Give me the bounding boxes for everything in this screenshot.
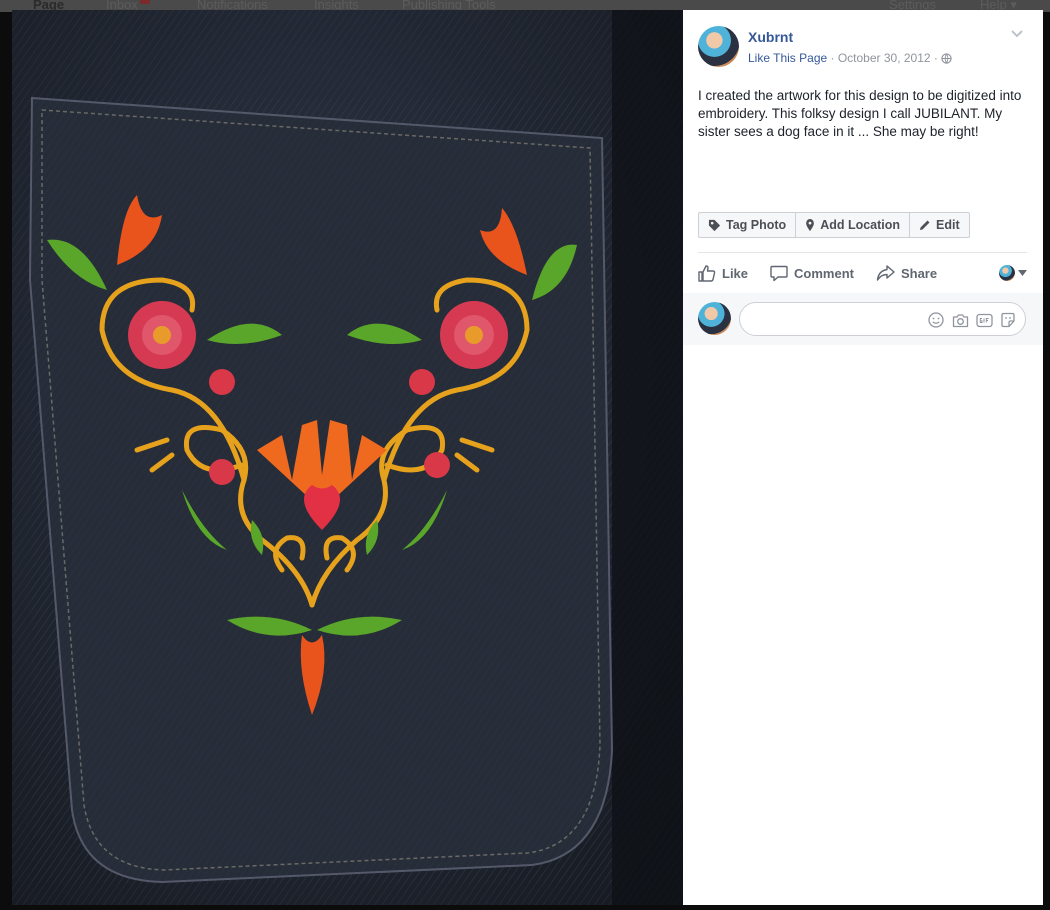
photo-actions: Tag Photo Add Location Edit bbox=[698, 212, 970, 238]
globe-icon bbox=[941, 53, 952, 65]
author-name[interactable]: Xubrnt bbox=[748, 29, 793, 45]
selector-avatar bbox=[999, 265, 1015, 281]
like-this-page-link[interactable]: Like This Page bbox=[748, 51, 827, 65]
tag-photo-button[interactable]: Tag Photo bbox=[699, 213, 797, 237]
embroidery-image bbox=[12, 10, 683, 905]
emoji-button[interactable] bbox=[927, 311, 945, 329]
share-arrow-icon bbox=[876, 265, 895, 281]
smiley-icon bbox=[928, 312, 944, 328]
location-pin-icon bbox=[806, 218, 815, 231]
comment-bubble-icon bbox=[770, 265, 788, 281]
thumbs-up-icon bbox=[698, 264, 716, 282]
like-button[interactable]: Like bbox=[698, 264, 749, 282]
share-button[interactable]: Share bbox=[876, 265, 937, 281]
edit-button[interactable]: Edit bbox=[910, 213, 969, 237]
add-location-button[interactable]: Add Location bbox=[796, 213, 911, 237]
comment-tools bbox=[927, 311, 1017, 329]
author-avatar[interactable] bbox=[698, 26, 739, 67]
inbox-badge bbox=[139, 0, 150, 4]
tag-photo-label: Tag Photo bbox=[726, 218, 787, 232]
edit-label: Edit bbox=[936, 218, 960, 232]
meta-separator-2: · bbox=[930, 51, 942, 65]
share-label: Share bbox=[900, 265, 938, 281]
sticker-icon bbox=[1001, 312, 1015, 328]
like-label: Like bbox=[722, 265, 749, 281]
divider bbox=[698, 252, 1027, 253]
comment-input[interactable] bbox=[739, 302, 1026, 336]
photo-attach-button[interactable] bbox=[951, 311, 969, 329]
gif-icon bbox=[975, 313, 993, 327]
comment-label: Comment bbox=[794, 265, 854, 281]
camera-icon bbox=[952, 313, 968, 327]
pencil-icon bbox=[920, 220, 930, 230]
chevron-down-icon[interactable] bbox=[1010, 28, 1024, 40]
post-meta: Like This Page · October 30, 2012 · bbox=[748, 51, 952, 65]
post-detail-panel: Xubrnt Like This Page · October 30, 2012… bbox=[683, 10, 1043, 905]
comment-composer bbox=[683, 293, 1043, 345]
gif-button[interactable] bbox=[975, 311, 993, 329]
commenter-avatar bbox=[698, 302, 731, 335]
comment-button[interactable]: Comment bbox=[770, 265, 854, 282]
caret-down-icon bbox=[1018, 270, 1027, 276]
comment-as-selector[interactable] bbox=[999, 265, 1027, 281]
tag-icon bbox=[708, 219, 721, 231]
meta-separator: · bbox=[827, 51, 838, 65]
post-date[interactable]: October 30, 2012 bbox=[838, 51, 931, 65]
post-caption: I created the artwork for this design to… bbox=[698, 88, 1022, 139]
add-location-label: Add Location bbox=[820, 218, 901, 232]
post-photo[interactable] bbox=[12, 10, 683, 905]
ufi-action-bar: Like Comment Share bbox=[698, 258, 1027, 288]
sticker-button[interactable] bbox=[999, 311, 1017, 329]
